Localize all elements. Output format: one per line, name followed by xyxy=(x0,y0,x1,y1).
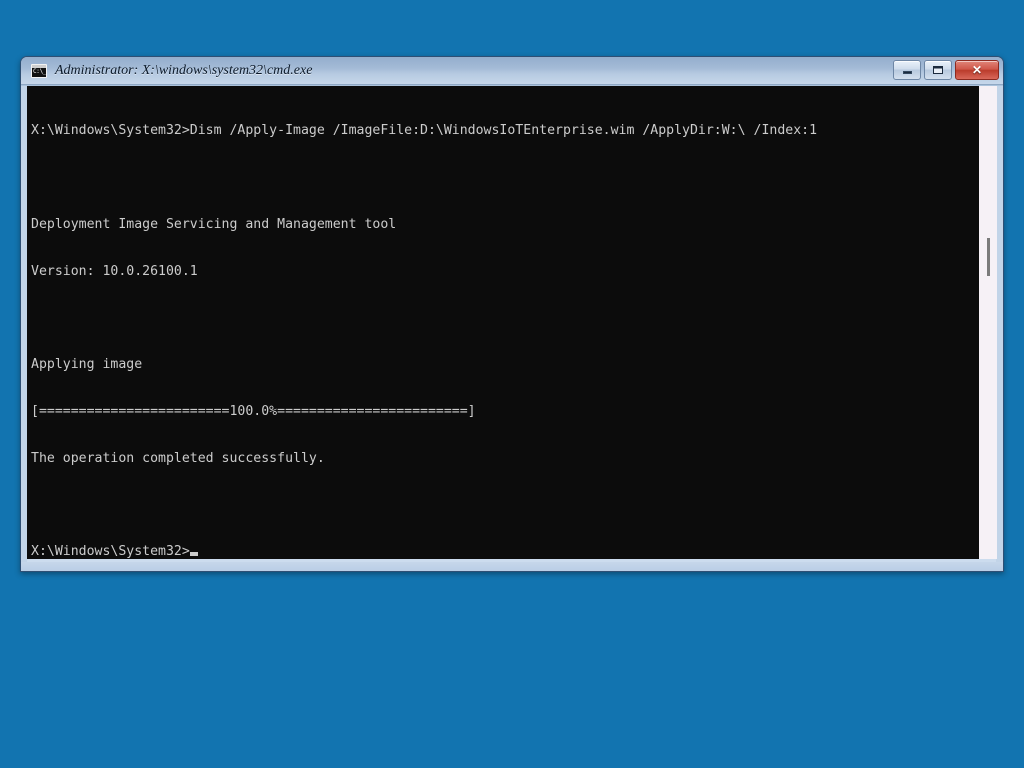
console-client-area[interactable]: X:\Windows\System32>Dism /Apply-Image /I… xyxy=(27,86,997,559)
cmd-console-icon[interactable]: C:\_ xyxy=(31,63,47,78)
window-caption-buttons: ✕ xyxy=(893,60,999,80)
console-vertical-scrollbar[interactable] xyxy=(979,86,997,559)
console-line-result: The operation completed successfully. xyxy=(31,450,325,466)
console-prompt-text: X:\Windows\System32> xyxy=(31,544,190,559)
window-title-bar[interactable]: C:\_ Administrator: X:\windows\system32\… xyxy=(21,57,1003,85)
console-line-blank-3 xyxy=(31,497,979,513)
minimize-button[interactable] xyxy=(893,60,921,80)
minimize-icon xyxy=(902,71,912,74)
console-output[interactable]: X:\Windows\System32>Dism /Apply-Image /I… xyxy=(27,86,979,559)
cmd-icon-prompt-text: C:\_ xyxy=(33,67,47,75)
maximize-button[interactable] xyxy=(924,60,952,80)
console-line-blank-1 xyxy=(31,170,979,186)
console-line-prompt: X:\Windows\System32> xyxy=(31,544,979,559)
maximize-icon xyxy=(933,66,943,74)
window-title-text: Administrator: X:\windows\system32\cmd.e… xyxy=(55,62,313,78)
console-line-tool-banner: Deployment Image Servicing and Managemen… xyxy=(31,216,397,232)
close-icon: ✕ xyxy=(971,63,983,77)
command-prompt-window: C:\_ Administrator: X:\windows\system32\… xyxy=(20,56,1004,572)
console-line-applying-image: Applying image xyxy=(31,357,143,373)
window-frame-bottom xyxy=(21,562,1003,571)
console-cursor xyxy=(189,552,198,557)
console-line-blank-2 xyxy=(31,310,979,326)
desktop-background: C:\_ Administrator: X:\windows\system32\… xyxy=(0,0,1024,768)
window-frame-right xyxy=(996,86,1003,562)
console-line-progress-bar: [========================100.0%=========… xyxy=(31,403,476,419)
scrollbar-thumb[interactable] xyxy=(987,238,990,276)
console-line-version: Version: 10.0.26100.1 xyxy=(31,263,198,279)
console-line-command: X:\Windows\System32>Dism /Apply-Image /I… xyxy=(31,123,818,139)
close-button[interactable]: ✕ xyxy=(955,60,999,80)
